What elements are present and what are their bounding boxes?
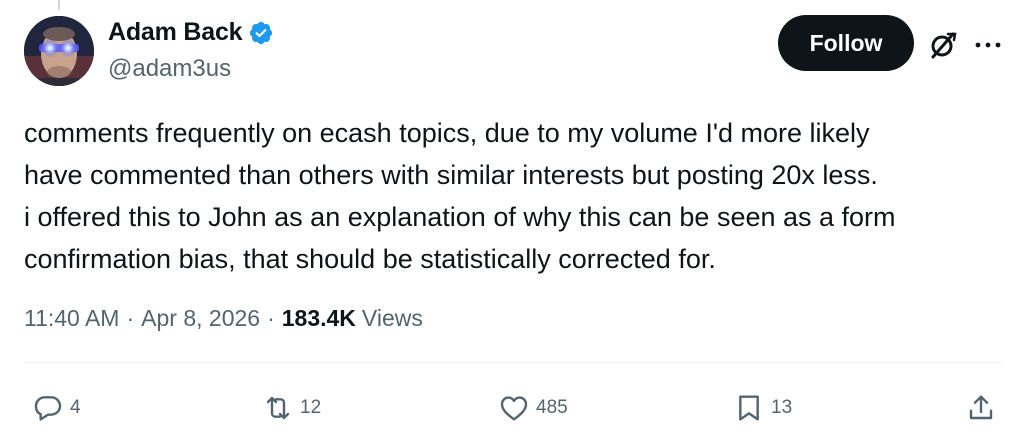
more-options-icon[interactable]: [974, 40, 1002, 50]
bookmark-button[interactable]: 13: [733, 392, 792, 424]
verified-badge-icon: [250, 21, 273, 44]
bookmark-icon: [739, 395, 759, 421]
like-count: 485: [536, 397, 568, 418]
avatar[interactable]: [24, 16, 94, 86]
author-name-row[interactable]: Adam Back: [108, 18, 274, 47]
follow-button[interactable]: Follow: [778, 15, 914, 71]
divider: [24, 362, 1002, 363]
thread-connector-line: [58, 0, 60, 10]
tweet-date[interactable]: Apr 8, 2026: [141, 305, 260, 332]
meta-separator: ·: [267, 305, 275, 331]
tweet-metadata: 11:40 AM · Apr 8, 2026 · 183.4K Views: [24, 305, 423, 332]
repost-count: 12: [300, 397, 322, 418]
repost-button[interactable]: 12: [262, 392, 321, 424]
tweet-text: comments frequently on ecash topics, due…: [24, 118, 896, 274]
heart-icon: [500, 396, 528, 421]
share-icon: [969, 395, 993, 420]
meta-separator: ·: [126, 305, 135, 331]
like-button[interactable]: 485: [498, 392, 568, 424]
author-handle[interactable]: @adam3us: [108, 55, 231, 83]
reply-button[interactable]: 4: [32, 392, 81, 424]
reply-count: 4: [70, 397, 81, 418]
author-name[interactable]: Adam Back: [108, 18, 243, 47]
views-label[interactable]: Views: [362, 305, 423, 332]
grok-icon[interactable]: [928, 30, 958, 60]
reply-icon: [34, 396, 62, 421]
bookmark-count: 13: [771, 397, 793, 418]
avatar-image: [24, 16, 94, 86]
share-button[interactable]: [965, 392, 997, 424]
views-count[interactable]: 183.4K: [282, 305, 356, 332]
tweet-time[interactable]: 11:40 AM: [24, 305, 119, 332]
repost-icon: [266, 396, 290, 420]
